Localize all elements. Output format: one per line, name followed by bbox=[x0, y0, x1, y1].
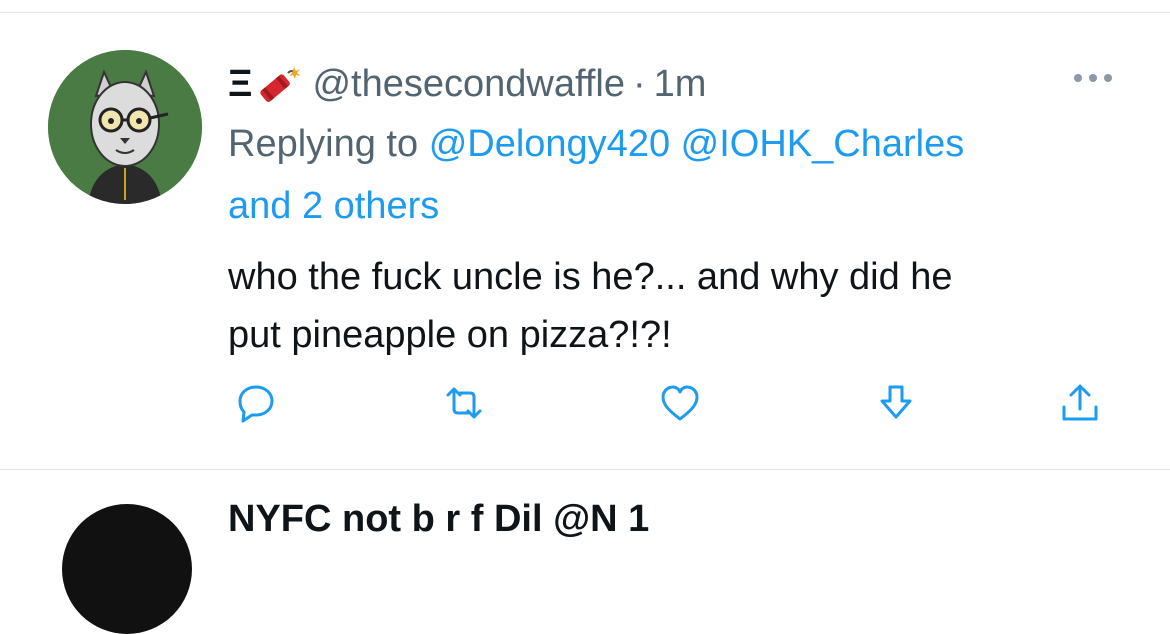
replying-prefix: Replying to bbox=[228, 123, 419, 165]
like-button[interactable] bbox=[656, 379, 704, 427]
next-tweet-header[interactable]: NYFC not b r f Dil @N 1 bbox=[228, 498, 649, 540]
more-options-icon[interactable] bbox=[1068, 65, 1118, 91]
download-button[interactable] bbox=[872, 379, 920, 427]
tweet-text: who the fuck uncle is he?... and why did… bbox=[228, 248, 1128, 364]
tweet-text-line: put pineapple on pizza?!?! bbox=[228, 314, 672, 356]
bottom-divider bbox=[0, 469, 1170, 470]
like-icon bbox=[661, 385, 699, 421]
replying-to: Replying to @Delongy420 @IOHK_Charles an… bbox=[228, 113, 1108, 237]
avatar[interactable] bbox=[48, 50, 202, 204]
separator-dot: · bbox=[633, 62, 646, 105]
tweet-actions bbox=[228, 379, 1108, 429]
reply-button[interactable] bbox=[232, 379, 280, 427]
mention-iohk-charles[interactable]: @IOHK_Charles bbox=[681, 123, 965, 165]
timestamp[interactable]: 1m bbox=[654, 63, 707, 106]
avatar-cat-icon bbox=[48, 50, 202, 204]
tweet-header: Ξ @thesecondwaffle · 1m bbox=[228, 61, 706, 107]
mention-others[interactable]: and 2 others bbox=[228, 185, 439, 227]
download-icon bbox=[880, 385, 912, 419]
share-button[interactable] bbox=[1056, 379, 1104, 427]
retweet-icon bbox=[446, 387, 482, 419]
tweet[interactable]: Ξ @thesecondwaffle · 1m Replying to @Del… bbox=[0, 13, 1170, 469]
mention-delongy420[interactable]: @Delongy420 bbox=[429, 123, 670, 165]
comment-icon bbox=[238, 385, 274, 423]
display-name[interactable]: Ξ bbox=[228, 63, 254, 106]
dynamite-icon bbox=[256, 63, 302, 105]
next-tweet-avatar[interactable] bbox=[62, 504, 192, 634]
handle[interactable]: @thesecondwaffle bbox=[312, 63, 625, 106]
share-icon bbox=[1062, 384, 1098, 421]
tweet-text-line: who the fuck uncle is he?... and why did… bbox=[228, 256, 953, 298]
retweet-button[interactable] bbox=[440, 379, 488, 427]
